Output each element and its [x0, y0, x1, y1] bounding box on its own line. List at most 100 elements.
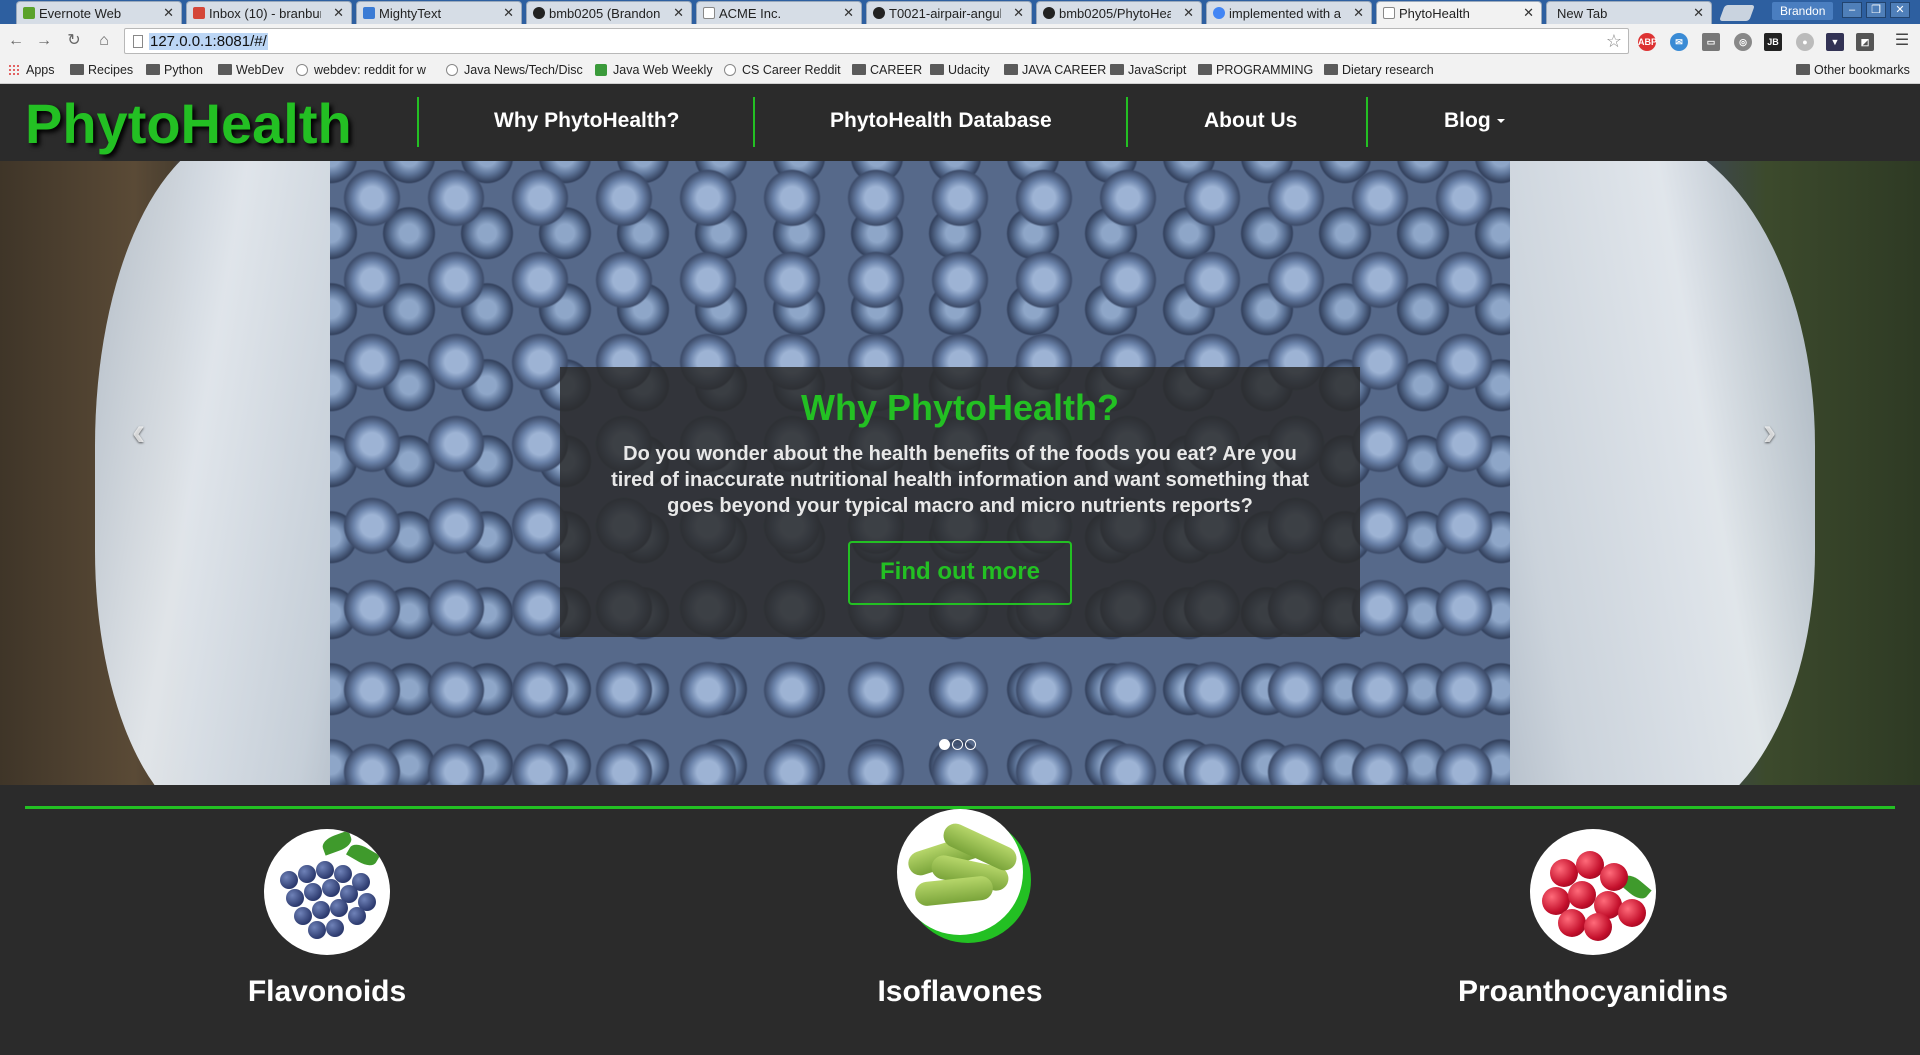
folder-icon: [1198, 64, 1212, 75]
bookmark-item[interactable]: JAVA CAREER: [1004, 63, 1106, 77]
carousel-indicator[interactable]: [965, 739, 976, 750]
browser-tab[interactable]: New Tab ✕: [1546, 1, 1712, 24]
browser-tab[interactable]: Inbox (10) - branburc ✕: [186, 1, 352, 24]
feature-isoflavones[interactable]: Isoflavones: [800, 809, 1120, 1009]
find-out-more-button[interactable]: Find out more: [848, 541, 1072, 605]
new-tab-button[interactable]: [1719, 5, 1755, 21]
browser-tab-active[interactable]: PhytoHealth ✕: [1376, 1, 1542, 24]
close-tab-icon[interactable]: ✕: [843, 5, 854, 21]
folder-icon: [1796, 64, 1810, 75]
bookmark-item[interactable]: WebDev: [218, 63, 284, 77]
address-bar[interactable]: 127.0.0.1:8081/#/ ☆: [124, 28, 1629, 54]
close-tab-icon[interactable]: ✕: [1013, 5, 1024, 21]
close-window-button[interactable]: ✕: [1890, 2, 1910, 18]
carousel-prev-icon[interactable]: ‹: [132, 410, 145, 455]
other-bookmarks[interactable]: Other bookmarks: [1796, 63, 1910, 77]
bookmark-site-icon: [595, 64, 607, 76]
cranberries-image[interactable]: [1530, 829, 1656, 955]
carousel-indicator[interactable]: [952, 739, 963, 750]
close-tab-icon[interactable]: ✕: [163, 5, 174, 21]
nav-divider: [417, 97, 419, 147]
bookmark-item[interactable]: CS Career Reddit: [724, 63, 841, 77]
nav-blog-dropdown[interactable]: Blog: [1444, 109, 1505, 133]
pocket-icon[interactable]: ▼: [1826, 33, 1844, 51]
bookmark-item[interactable]: Java News/Tech/Disc: [446, 63, 584, 77]
bookmark-item[interactable]: Python: [146, 63, 203, 77]
back-button[interactable]: ←: [6, 31, 26, 51]
caret-down-icon: [1496, 119, 1505, 124]
cast-icon[interactable]: ▭: [1702, 33, 1720, 51]
restore-button[interactable]: ❐: [1866, 2, 1886, 18]
site-navbar: PhytoHealth Why PhytoHealth? PhytoHealth…: [0, 85, 1920, 161]
feature-title: Proanthocyanidins: [1457, 975, 1729, 1008]
close-tab-icon[interactable]: ✕: [1523, 5, 1534, 21]
bookmark-item[interactable]: Recipes: [70, 63, 133, 77]
jetbrains-icon[interactable]: JB: [1764, 33, 1782, 51]
evernote-icon: [23, 7, 35, 19]
browser-toolbar: ← → ↻ ⌂ 127.0.0.1:8081/#/ ☆ ABP ✉ ▭ ◎ JB…: [0, 24, 1920, 58]
bookmark-item[interactable]: Apps: [8, 63, 55, 77]
folder-icon: [1004, 64, 1018, 75]
browser-tab[interactable]: bmb0205/PhytoHeal ✕: [1036, 1, 1202, 24]
bookmark-star-icon[interactable]: ☆: [1606, 31, 1622, 52]
mightytext-extension-icon[interactable]: ✉: [1670, 33, 1688, 51]
home-button[interactable]: ⌂: [94, 31, 114, 51]
bookmark-item[interactable]: Java Web Weekly: [595, 63, 713, 77]
menu-icon[interactable]: ☰: [1892, 31, 1912, 51]
browser-tab[interactable]: ACME Inc. ✕: [696, 1, 862, 24]
gmail-icon: [193, 7, 205, 19]
folder-icon: [930, 64, 944, 75]
reload-button[interactable]: ↻: [64, 31, 84, 51]
bookmark-item[interactable]: Dietary research: [1324, 63, 1434, 77]
site-logo[interactable]: PhytoHealth: [25, 91, 352, 156]
url-text[interactable]: 127.0.0.1:8081/#/: [149, 33, 268, 50]
extension-icon[interactable]: ◎: [1734, 33, 1752, 51]
close-tab-icon[interactable]: ✕: [1183, 5, 1194, 21]
folder-icon: [852, 64, 866, 75]
adblock-icon[interactable]: ABP: [1638, 33, 1657, 51]
browser-tabstrip: Evernote Web ✕ Inbox (10) - branburc ✕ M…: [0, 0, 1920, 24]
reddit-icon: [446, 64, 458, 76]
nav-about-us[interactable]: About Us: [1204, 109, 1297, 133]
folder-icon: [1110, 64, 1124, 75]
carousel-indicator[interactable]: [939, 739, 950, 750]
page-icon: [1383, 7, 1395, 19]
edamame-image[interactable]: [897, 809, 1023, 935]
nav-why-phytohealth[interactable]: Why PhytoHealth?: [494, 109, 680, 133]
page-icon: [133, 35, 143, 48]
nav-phytohealth-database[interactable]: PhytoHealth Database: [830, 109, 1052, 133]
reddit-icon: [724, 64, 736, 76]
browser-tab[interactable]: Evernote Web ✕: [16, 1, 182, 24]
close-tab-icon[interactable]: ✕: [1693, 5, 1704, 21]
bookmark-item[interactable]: Udacity: [930, 63, 990, 77]
mightytext-icon: [363, 7, 375, 19]
carousel-next-icon[interactable]: ›: [1763, 410, 1776, 455]
browser-tab[interactable]: bmb0205 (Brandon B ✕: [526, 1, 692, 24]
blueberries-image[interactable]: [264, 829, 390, 955]
github-icon: [1043, 7, 1055, 19]
profile-button[interactable]: Brandon: [1772, 2, 1834, 20]
hero-title: Why PhytoHealth?: [800, 387, 1119, 428]
bookmark-item[interactable]: JavaScript: [1110, 63, 1186, 77]
browser-tab[interactable]: implemented with an ✕: [1206, 1, 1372, 24]
minimize-button[interactable]: –: [1842, 2, 1862, 18]
hero-caption: Why PhytoHealth? Do you wonder about the…: [560, 367, 1360, 637]
extension-icon[interactable]: ●: [1796, 33, 1814, 51]
github-icon: [873, 7, 885, 19]
close-tab-icon[interactable]: ✕: [1353, 5, 1364, 21]
feature-title: Isoflavones: [877, 975, 1043, 1008]
bookmark-item[interactable]: PROGRAMMING: [1198, 63, 1313, 77]
forward-button[interactable]: →: [34, 31, 54, 51]
page-icon: [703, 7, 715, 19]
close-tab-icon[interactable]: ✕: [503, 5, 514, 21]
screenshot-icon[interactable]: ◩: [1856, 33, 1874, 51]
feature-proanthocyanidins[interactable]: Proanthocyanidins: [1433, 829, 1753, 1009]
bookmark-item[interactable]: CAREER: [852, 63, 922, 77]
browser-tab[interactable]: T0021-airpair-angula ✕: [866, 1, 1032, 24]
close-tab-icon[interactable]: ✕: [333, 5, 344, 21]
browser-tab[interactable]: MightyText ✕: [356, 1, 522, 24]
close-tab-icon[interactable]: ✕: [673, 5, 684, 21]
nav-divider: [1366, 97, 1368, 147]
bookmark-item[interactable]: webdev: reddit for w: [296, 63, 434, 77]
feature-flavonoids[interactable]: Flavonoids: [167, 829, 487, 1009]
